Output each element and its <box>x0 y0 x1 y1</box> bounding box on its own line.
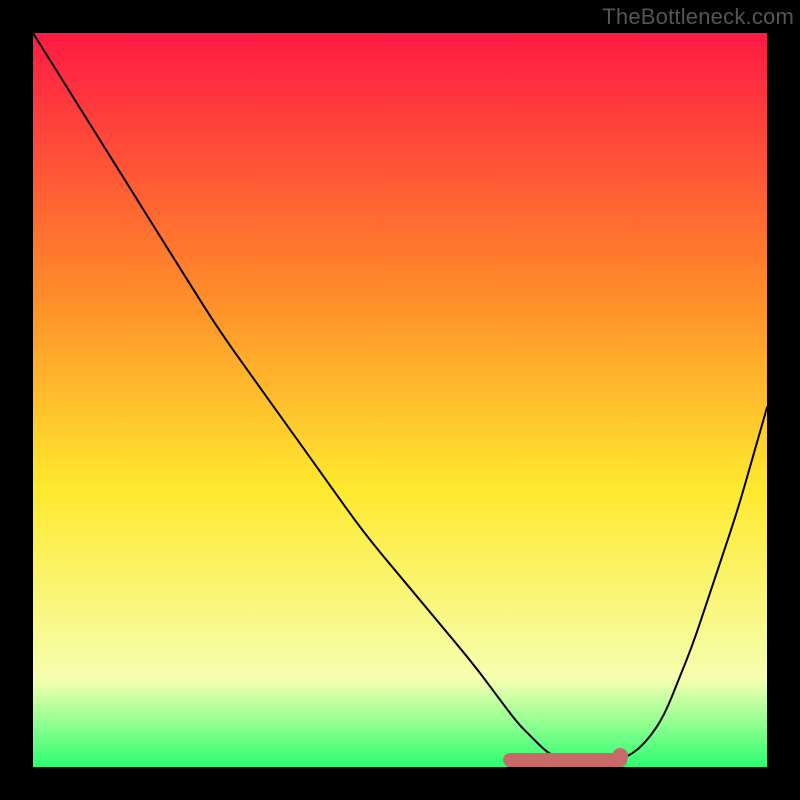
chart-frame: TheBottleneck.com <box>0 0 800 800</box>
bottleneck-chart <box>33 33 767 767</box>
plot-area <box>33 33 767 767</box>
watermark-text: TheBottleneck.com <box>602 4 794 30</box>
optimal-range-end-dot <box>612 748 628 764</box>
gradient-background <box>33 33 767 767</box>
